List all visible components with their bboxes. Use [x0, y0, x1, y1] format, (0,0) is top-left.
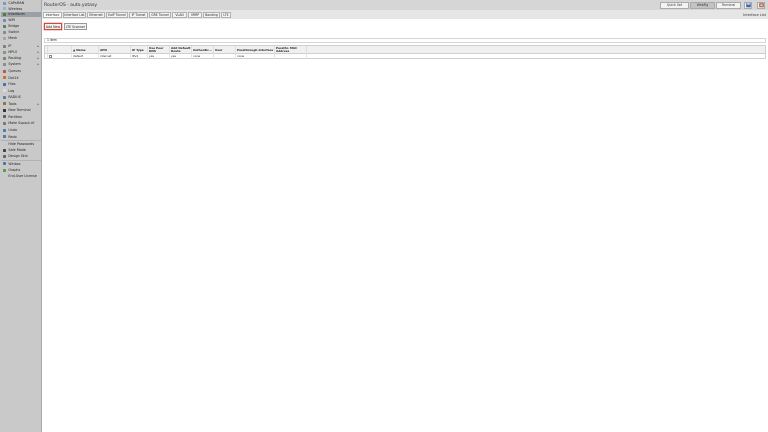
safe-mode-icon [3, 148, 7, 152]
sidebar-item-interfaces[interactable]: Interfaces [1, 11, 41, 17]
ip-icon [3, 44, 7, 48]
tools-icon [3, 102, 7, 106]
sidebar-item-tools[interactable]: Tools ▸ [1, 101, 41, 106]
sidebar-item-winbox[interactable]: Winbox [1, 161, 41, 166]
winbox-icon [3, 162, 7, 166]
app-title: RouterOS · auto.yotasy [44, 2, 98, 8]
sidebar-item-design-skin[interactable]: Design Skin [1, 154, 41, 159]
tab-interface-list[interactable]: Interface List [63, 11, 86, 18]
queues-icon [3, 69, 7, 73]
cell-use-peer-dns: yes [148, 53, 170, 59]
interface-table: ▲ Name APN IP Type Use Peer DNS Add Defa… [44, 45, 766, 59]
sidebar-item-wifi[interactable]: WiFi [1, 18, 41, 23]
tab-eoip-tunnel[interactable]: EoIP Tunnel [106, 11, 128, 18]
sidebar-item-mpls[interactable]: MPLS ▸ [1, 50, 41, 55]
item-count-label: 1 item [47, 38, 57, 43]
dot1x-icon [3, 76, 7, 80]
tab-ip-tunnel[interactable]: IP Tunnel [129, 11, 148, 18]
blank-icon [3, 175, 6, 178]
chevron-right-icon: ▸ [37, 50, 39, 55]
cell-add-default-route: yes [170, 53, 192, 59]
sidebar-item-redo[interactable]: Redo [1, 134, 41, 139]
save-icon[interactable] [744, 2, 752, 9]
cell-passthrough-interface: none [236, 53, 275, 59]
chevron-right-icon: ▸ [37, 62, 39, 67]
undo-icon [3, 128, 7, 132]
sidebar-item-routing[interactable]: Routing ▸ [1, 56, 41, 61]
chevron-right-icon: ▸ [37, 56, 39, 61]
terminal-icon [3, 108, 7, 112]
files-icon [3, 82, 7, 86]
mesh-icon [3, 36, 7, 40]
row-checkbox-cell[interactable] [48, 53, 72, 59]
item-count: 1 item [44, 37, 766, 43]
sidebar-item-mesh[interactable]: Mesh [1, 36, 41, 41]
supout-icon [3, 121, 7, 125]
quick-set-button[interactable]: Quick Set [660, 2, 689, 9]
cell-apn: internet [99, 53, 131, 59]
section-title: Interface List [743, 12, 766, 17]
tab-bonding[interactable]: Bonding [203, 11, 220, 18]
sidebar-item-hide-passwords[interactable]: Hide Passwords [1, 142, 41, 147]
mpls-icon [3, 50, 7, 54]
lte-scanner-button[interactable]: LTE Scanner [64, 23, 87, 30]
cell-name: default [72, 53, 99, 59]
tab-bar: Interface Interface List Ethernet EoIP T… [42, 10, 768, 19]
main-content: Add New LTE Scanner 1 item ▲ Name APN IP… [42, 19, 768, 432]
table-header: ▲ Name APN IP Type Use Peer DNS Add Defa… [44, 45, 766, 55]
tab-gre-tunnel[interactable]: GRE Tunnel [149, 11, 171, 18]
sidebar-item-system[interactable]: System ▸ [1, 62, 41, 67]
terminal-button[interactable]: Terminal [716, 2, 741, 9]
table-row[interactable]: default internet IPv4 yes yes none none [44, 53, 766, 59]
sidebar-item-radius[interactable]: RADIUS [1, 95, 41, 100]
redo-icon [3, 135, 7, 139]
partition-icon [3, 115, 7, 119]
log-icon [3, 89, 7, 93]
sidebar-item-dot1x[interactable]: Dot1X [1, 75, 41, 80]
sidebar-item-license[interactable]: End-User License [1, 174, 41, 179]
add-new-button[interactable]: Add New [44, 23, 62, 30]
top-bar: RouterOS · auto.yotasy Quick Set WebFig … [42, 0, 768, 10]
tab-lte[interactable]: LTE [221, 11, 231, 18]
cell-authentication: none [192, 53, 214, 59]
sidebar-item-partition[interactable]: Partition [1, 114, 41, 119]
system-icon [3, 62, 7, 66]
sidebar-item-safe-mode[interactable]: Safe Mode [1, 148, 41, 153]
design-skin-icon [3, 154, 7, 158]
bridge-icon [3, 24, 7, 28]
capsman-icon [3, 1, 7, 5]
wireless-icon [3, 7, 7, 11]
tab-interface[interactable]: Interface [43, 11, 62, 18]
wifi-icon [3, 18, 7, 22]
sidebar-item-files[interactable]: Files [1, 82, 41, 87]
sidebar-item-bridge[interactable]: Bridge [1, 24, 41, 29]
sidebar-item-undo[interactable]: Undo [1, 128, 41, 133]
sidebar-item-new-terminal[interactable]: New Terminal [1, 108, 41, 113]
chevron-right-icon: ▸ [37, 101, 39, 106]
sidebar-item-log[interactable]: Log [1, 88, 41, 93]
sidebar: CAPsMAN Wireless Interfaces WiFi Bridge … [0, 0, 42, 432]
sidebar-item-ip[interactable]: IP ▸ [1, 44, 41, 49]
tab-ethernet[interactable]: Ethernet [87, 11, 105, 18]
webfig-button[interactable]: WebFig [690, 2, 715, 9]
cell-user [214, 53, 236, 59]
cell-ip-type: IPv4 [131, 53, 148, 59]
sidebar-item-graphs[interactable]: Graphs [1, 168, 41, 173]
tab-vrrp[interactable]: VRRP [188, 11, 202, 18]
chevron-right-icon: ▸ [37, 44, 39, 49]
sidebar-item-make-supout[interactable]: Make Supout.rif [1, 121, 41, 126]
sidebar-item-switch[interactable]: Switch [1, 30, 41, 35]
interfaces-icon [3, 12, 7, 16]
blank-icon [3, 143, 6, 146]
sidebar-item-queues[interactable]: Queues [1, 69, 41, 74]
routing-icon [3, 56, 7, 60]
radius-icon [3, 95, 7, 99]
row-checkbox[interactable] [49, 54, 52, 58]
tab-vlan[interactable]: VLAN [172, 11, 187, 18]
switch-icon [3, 30, 7, 34]
graphs-icon [3, 168, 7, 172]
settings-icon[interactable] [757, 2, 765, 9]
cell-passthrough-mac [275, 53, 307, 59]
